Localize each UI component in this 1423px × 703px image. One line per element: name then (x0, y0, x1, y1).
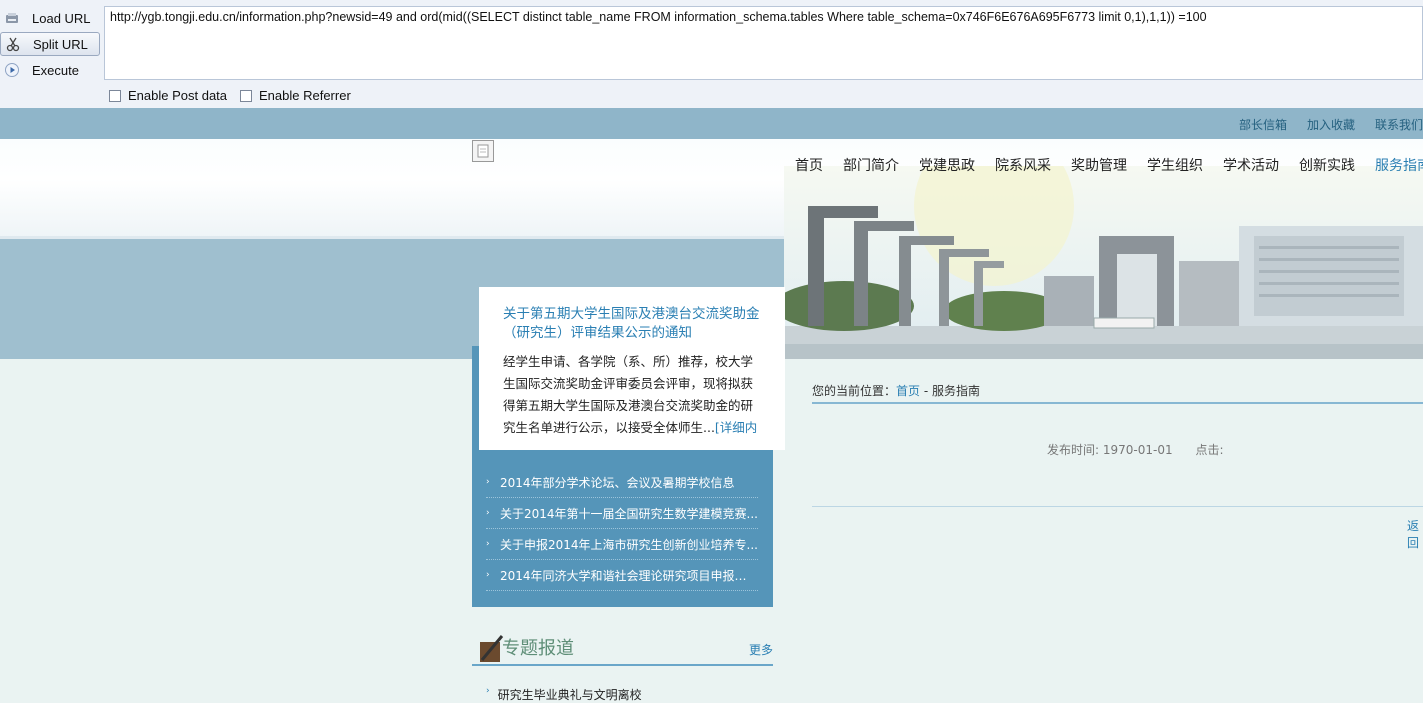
top-link-favorite[interactable]: 加入收藏 (1307, 116, 1355, 133)
execute-button[interactable]: Execute (0, 58, 100, 82)
load-url-icon (4, 10, 20, 26)
feature-section-header: 专题报道 更多 (472, 626, 773, 666)
news-list: › 2014年部分学术论坛、会议及暑期学校信息 › 关于2014年第十一届全国研… (486, 467, 758, 591)
nav-item-about[interactable]: 部门简介 (843, 155, 899, 175)
play-icon (4, 62, 20, 78)
main-nav: 首页 部门简介 党建思政 院系风采 奖助管理 学生组织 学术活动 创新实践 服务… (795, 155, 1423, 175)
feature-section-title: 专题报道 (502, 638, 574, 659)
hackbar-toolbar: Load URL Split URL Execute http://ygb.to… (0, 0, 1423, 108)
top-link-contact[interactable]: 联系我们 (1375, 116, 1423, 133)
feature-item[interactable]: › 研究生毕业典礼与文明离校 (486, 686, 642, 703)
nav-item-home[interactable]: 首页 (795, 155, 823, 175)
nav-item-departments[interactable]: 院系风采 (995, 155, 1051, 175)
arrow-icon: › (486, 570, 490, 580)
breadcrumb-current: 服务指南 (932, 384, 981, 398)
news-item-title: 关于申报2014年上海市研究生创新创业培养专... (500, 537, 758, 552)
split-url-label: Split URL (33, 36, 88, 52)
featured-news-card: 关于第五期大学生国际及港澳台交流奖助金（研究生）评审结果公示的通知 经学生申请、… (479, 287, 785, 450)
enable-referrer-checkbox[interactable] (240, 89, 252, 102)
split-url-icon (5, 36, 21, 52)
clicks-label: 点击: (1195, 443, 1224, 457)
enable-referrer-label: Enable Referrer (259, 88, 351, 103)
news-item-title: 2014年部分学术论坛、会议及暑期学校信息 (500, 475, 735, 490)
load-url-label: Load URL (32, 10, 91, 26)
breadcrumb-home[interactable]: 首页 (896, 384, 920, 398)
nav-item-service-guide[interactable]: 服务指南 (1375, 155, 1423, 175)
news-item[interactable]: › 2014年同济大学和谐社会理论研究项目申报通知 (486, 560, 758, 591)
web-page: 部长信箱 加入收藏 联系我们 首页 部门简介 党建思政 院系风采 奖助管理 学生… (0, 108, 1423, 703)
news-item[interactable]: › 关于申报2014年上海市研究生创新创业培养专... (486, 529, 758, 560)
news-item[interactable]: › 关于2014年第十一届全国研究生数学建模竞赛... (486, 498, 758, 529)
publish-label: 发布时间: (1047, 443, 1100, 457)
campus-photo (784, 166, 1423, 359)
load-url-button[interactable]: Load URL (0, 6, 100, 30)
news-item-title: 2014年同济大学和谐社会理论研究项目申报通知 (499, 568, 758, 583)
enable-post-data-option[interactable]: Enable Post data (109, 88, 227, 103)
breadcrumb: 您的当前位置：首页 - 服务指南 (812, 382, 980, 399)
feature-item-title: 研究生毕业典礼与文明离校 (497, 688, 642, 702)
feature-divider (472, 664, 773, 666)
featured-news-summary: 经学生申请、各学院（系、所）推荐，校大学生国际交流奖助金评审委员会评审，现将拟获… (503, 351, 761, 439)
breadcrumb-prefix: 您的当前位置： (812, 384, 897, 398)
nav-item-academic[interactable]: 学术活动 (1223, 155, 1279, 175)
content-divider (812, 506, 1423, 507)
enable-post-data-label: Enable Post data (128, 88, 228, 103)
article-meta: 发布时间: 1970-01-01 点击: (1047, 441, 1224, 458)
arrow-icon: › (486, 508, 490, 518)
back-link[interactable]: 返回 (1407, 517, 1423, 551)
broken-image-icon (472, 140, 494, 162)
nav-item-innovation[interactable]: 创新实践 (1299, 155, 1355, 175)
url-input[interactable]: http://ygb.tongji.edu.cn/information.php… (104, 6, 1423, 80)
publish-date: 1970-01-01 (1102, 443, 1173, 457)
top-bar: 部长信箱 加入收藏 联系我们 (0, 108, 1423, 139)
nav-item-party[interactable]: 党建思政 (919, 155, 975, 175)
arrow-icon: › (486, 539, 490, 549)
top-link-mailbox[interactable]: 部长信箱 (1239, 116, 1287, 133)
split-url-button[interactable]: Split URL (0, 32, 100, 56)
execute-label: Execute (32, 62, 79, 78)
feature-more-link[interactable]: 更多 (749, 641, 773, 658)
enable-referrer-option[interactable]: Enable Referrer (240, 88, 351, 103)
featured-news-title[interactable]: 关于第五期大学生国际及港澳台交流奖助金（研究生）评审结果公示的通知 (503, 305, 761, 343)
nav-item-organizations[interactable]: 学生组织 (1147, 155, 1203, 175)
arrow-icon: › (486, 477, 490, 487)
arrow-icon: › (486, 686, 490, 696)
news-item-title: 关于2014年第十一届全国研究生数学建模竞赛... (500, 506, 758, 521)
enable-post-data-checkbox[interactable] (109, 89, 121, 102)
breadcrumb-divider (812, 402, 1423, 404)
top-links: 部长信箱 加入收藏 联系我们 (1239, 116, 1423, 133)
nav-item-awards[interactable]: 奖助管理 (1071, 155, 1127, 175)
news-item[interactable]: › 2014年部分学术论坛、会议及暑期学校信息 (486, 467, 758, 498)
breadcrumb-separator: - (920, 384, 932, 398)
